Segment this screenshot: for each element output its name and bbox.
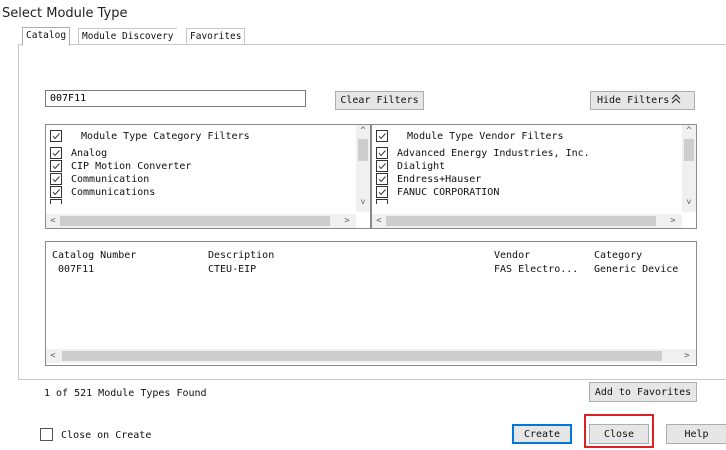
vendor-filter-item-partial xyxy=(376,199,397,204)
category-filter-label: Analog xyxy=(71,148,108,159)
scroll-down-icon[interactable]: ˅ xyxy=(682,197,696,209)
results-horizontal-scrollbar[interactable]: < > xyxy=(46,349,696,363)
checkbox-checked-icon[interactable] xyxy=(376,130,388,142)
dialog-title: Select Module Type xyxy=(2,6,128,21)
vendor-filter-label: Advanced Energy Industries, Inc. xyxy=(397,148,590,159)
vendor-filters-panel: Module Type Vendor Filters Advanced Ener… xyxy=(371,124,697,229)
add-to-favorites-button[interactable]: Add to Favorites xyxy=(589,382,697,402)
category-filter-label: Communication xyxy=(71,174,150,185)
category-filter-item[interactable]: Analog xyxy=(50,147,107,159)
category-filter-label: Communications xyxy=(71,187,156,198)
checkbox-checked-icon[interactable] xyxy=(376,186,388,198)
category-vertical-scrollbar[interactable]: ^ ˅ xyxy=(356,125,370,212)
category-filter-label: CIP Motion Converter xyxy=(71,161,192,172)
create-button[interactable]: Create xyxy=(512,424,572,444)
hide-filters-button[interactable]: Hide Filters xyxy=(590,91,695,110)
scroll-thumb[interactable] xyxy=(62,351,662,361)
checkbox-icon xyxy=(50,199,62,204)
checkbox-checked-icon[interactable] xyxy=(376,173,388,185)
scroll-left-icon[interactable]: < xyxy=(46,215,60,227)
category-filters-header: Module Type Category Filters xyxy=(50,130,250,142)
checkbox-checked-icon[interactable] xyxy=(50,160,62,172)
tab-module-discovery[interactable]: Module Discovery xyxy=(78,28,177,45)
vendor-filter-item[interactable]: Dialight xyxy=(376,160,445,172)
search-input[interactable] xyxy=(45,90,306,107)
checkbox-checked-icon[interactable] xyxy=(376,160,388,172)
vendor-filter-item[interactable]: Advanced Energy Industries, Inc. xyxy=(376,147,590,159)
tab-favorites[interactable]: Favorites xyxy=(186,28,246,45)
scroll-thumb[interactable] xyxy=(358,139,368,161)
help-button[interactable]: Help xyxy=(666,424,726,444)
checkbox-icon[interactable] xyxy=(40,428,53,441)
category-filters-title: Module Type Category Filters xyxy=(81,131,250,142)
category-filter-item[interactable]: Communication xyxy=(50,173,149,185)
scroll-thumb[interactable] xyxy=(684,139,694,161)
scroll-down-icon[interactable]: ˅ xyxy=(356,197,370,209)
checkbox-checked-icon[interactable] xyxy=(376,147,388,159)
checkbox-checked-icon[interactable] xyxy=(50,130,62,142)
column-header-category[interactable]: Category xyxy=(594,250,642,261)
results-table: Catalog Number Description Vendor Catego… xyxy=(45,241,697,366)
category-filter-item-partial xyxy=(50,199,71,204)
scroll-left-icon[interactable]: < xyxy=(46,350,60,362)
vendor-horizontal-scrollbar[interactable]: < > xyxy=(372,214,682,228)
cell-catalog-number: 007F11 xyxy=(58,264,95,275)
checkbox-checked-icon[interactable] xyxy=(50,173,62,185)
column-header-description[interactable]: Description xyxy=(208,250,274,261)
close-on-create-option[interactable]: Close on Create xyxy=(40,428,151,441)
results-count-text: 1 of 521 Module Types Found xyxy=(44,388,207,399)
checkbox-checked-icon[interactable] xyxy=(50,147,62,159)
vendor-filter-label: Dialight xyxy=(397,161,446,172)
vendor-vertical-scrollbar[interactable]: ^ ˅ xyxy=(682,125,696,212)
category-filters-panel: Module Type Category Filters Analog CIP … xyxy=(45,124,371,229)
tab-catalog[interactable]: Catalog xyxy=(22,27,71,46)
vendor-filter-label: Endress+Hauser xyxy=(397,174,482,185)
cell-vendor: FAS Electro... xyxy=(494,264,579,275)
cell-category: Generic Device(ke xyxy=(594,264,678,275)
highlight-box xyxy=(584,414,654,448)
checkbox-checked-icon[interactable] xyxy=(50,186,62,198)
vendor-filter-label: FANUC CORPORATION xyxy=(397,187,500,198)
column-header-catalog-number[interactable]: Catalog Number xyxy=(52,250,136,261)
category-filter-item[interactable]: CIP Motion Converter xyxy=(50,160,191,172)
category-filter-item[interactable]: Communications xyxy=(50,186,155,198)
category-horizontal-scrollbar[interactable]: < > xyxy=(46,214,356,228)
scroll-right-icon[interactable]: > xyxy=(666,215,680,227)
hide-filters-label: Hide Filters xyxy=(597,95,670,106)
scroll-up-icon[interactable]: ^ xyxy=(682,125,696,137)
column-header-vendor[interactable]: Vendor xyxy=(494,250,530,261)
scroll-up-icon[interactable]: ^ xyxy=(356,125,370,137)
scroll-left-icon[interactable]: < xyxy=(372,215,386,227)
vendor-filters-header: Module Type Vendor Filters xyxy=(376,130,564,142)
clear-filters-button[interactable]: Clear Filters xyxy=(335,91,424,110)
scroll-thumb[interactable] xyxy=(60,216,330,226)
checkbox-icon xyxy=(376,199,388,204)
scroll-thumb[interactable] xyxy=(386,216,656,226)
double-chevron-up-icon xyxy=(671,94,681,107)
table-row[interactable]: 007F11 CTEU-EIP FAS Electro... Generic D… xyxy=(50,262,682,278)
scroll-right-icon[interactable]: > xyxy=(680,350,694,362)
vendor-filter-item[interactable]: FANUC CORPORATION xyxy=(376,186,499,198)
close-on-create-label: Close on Create xyxy=(61,429,152,441)
scroll-right-icon[interactable]: > xyxy=(340,215,354,227)
cell-description: CTEU-EIP xyxy=(208,264,257,275)
vendor-filters-title: Module Type Vendor Filters xyxy=(407,131,564,142)
vendor-filter-item[interactable]: Endress+Hauser xyxy=(376,173,481,185)
